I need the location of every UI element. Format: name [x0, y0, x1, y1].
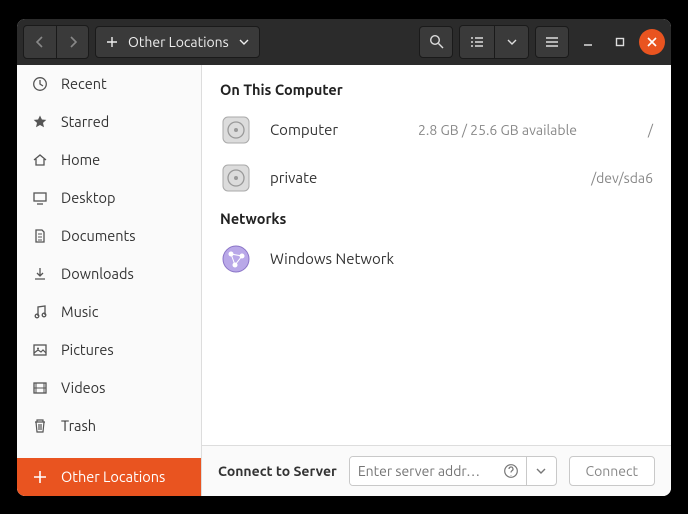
plus-icon — [31, 468, 49, 486]
view-group — [459, 25, 529, 59]
minimize-icon — [583, 37, 593, 47]
sidebar: Recent Starred Home Desktop Documents Do… — [17, 65, 202, 496]
sidebar-item-starred[interactable]: Starred — [17, 103, 201, 141]
server-address-input[interactable] — [350, 457, 496, 485]
sidebar-item-label: Pictures — [61, 341, 114, 358]
minimize-button[interactable] — [575, 29, 601, 55]
sidebar-item-label: Documents — [61, 227, 136, 244]
connect-label: Connect to Server — [218, 463, 337, 479]
drive-name: Computer — [270, 121, 400, 138]
sidebar-item-home[interactable]: Home — [17, 141, 201, 179]
sidebar-item-label: Desktop — [61, 189, 115, 206]
back-button[interactable] — [24, 26, 56, 58]
chevron-right-icon — [67, 36, 79, 48]
connect-footer: Connect to Server Connect — [202, 445, 671, 496]
drive-row-computer[interactable]: Computer 2.8 GB / 25.6 GB available / — [202, 106, 671, 154]
help-icon — [503, 463, 519, 479]
plus-icon — [106, 36, 118, 48]
music-icon — [31, 303, 49, 321]
sidebar-item-label: Recent — [61, 75, 107, 92]
titlebar: Other Locations — [17, 19, 671, 65]
drive-info: 2.8 GB / 25.6 GB available — [418, 122, 630, 138]
sidebar-item-label: Trash — [61, 417, 96, 434]
drive-name: private — [270, 169, 400, 186]
chevron-down-icon — [536, 468, 546, 474]
trash-icon — [31, 417, 49, 435]
sidebar-item-label: Downloads — [61, 265, 134, 282]
view-options-button[interactable] — [494, 26, 528, 58]
section-header-networks: Networks — [202, 202, 671, 235]
sidebar-item-other-locations[interactable]: Other Locations — [17, 458, 201, 496]
sidebar-item-videos[interactable]: Videos — [17, 369, 201, 407]
search-button[interactable] — [419, 26, 453, 58]
download-icon — [31, 265, 49, 283]
close-icon — [647, 37, 657, 47]
chevron-down-icon — [239, 39, 249, 45]
network-name: Windows Network — [270, 250, 653, 267]
server-input-group — [349, 456, 557, 486]
list-view-button[interactable] — [460, 26, 494, 58]
search-icon — [429, 34, 444, 49]
hard-drive-icon — [220, 162, 252, 194]
drive-path: / — [648, 122, 653, 138]
network-icon — [220, 243, 252, 275]
home-icon — [31, 151, 49, 169]
connect-button[interactable]: Connect — [569, 456, 656, 486]
sidebar-item-desktop[interactable]: Desktop — [17, 179, 201, 217]
chevron-down-icon — [507, 39, 517, 45]
sidebar-item-trash[interactable]: Trash — [17, 407, 201, 445]
sidebar-item-recent[interactable]: Recent — [17, 65, 201, 103]
sidebar-item-music[interactable]: Music — [17, 293, 201, 331]
sidebar-item-label: Starred — [61, 113, 109, 130]
section-header-computer: On This Computer — [202, 73, 671, 106]
sidebar-item-downloads[interactable]: Downloads — [17, 255, 201, 293]
hard-drive-icon — [220, 114, 252, 146]
sidebar-item-pictures[interactable]: Pictures — [17, 331, 201, 369]
close-button[interactable] — [639, 29, 665, 55]
sidebar-item-label: Music — [61, 303, 98, 320]
clock-icon — [31, 75, 49, 93]
nav-group — [23, 25, 89, 59]
desktop-icon — [31, 189, 49, 207]
hamburger-icon — [545, 36, 559, 48]
network-row-windows[interactable]: Windows Network — [202, 235, 671, 283]
forward-button[interactable] — [56, 26, 88, 58]
main-pane: On This Computer Computer 2.8 GB / 25.6 … — [202, 65, 671, 496]
maximize-icon — [615, 37, 625, 47]
sidebar-item-documents[interactable]: Documents — [17, 217, 201, 255]
drive-row-private[interactable]: private /dev/sda6 — [202, 154, 671, 202]
location-label: Other Locations — [128, 34, 229, 50]
sidebar-item-label: Videos — [61, 379, 105, 396]
star-icon — [31, 113, 49, 131]
pictures-icon — [31, 341, 49, 359]
server-help-button[interactable] — [496, 457, 526, 485]
content-area: On This Computer Computer 2.8 GB / 25.6 … — [202, 65, 671, 445]
videos-icon — [31, 379, 49, 397]
file-manager-window: Other Locations — [17, 19, 671, 496]
sidebar-item-label: Home — [61, 151, 100, 168]
documents-icon — [31, 227, 49, 245]
list-icon — [470, 36, 484, 48]
maximize-button[interactable] — [607, 29, 633, 55]
location-button[interactable]: Other Locations — [95, 26, 260, 58]
chevron-left-icon — [34, 36, 46, 48]
drive-path: /dev/sda6 — [591, 170, 653, 186]
menu-button[interactable] — [535, 26, 569, 58]
server-history-button[interactable] — [526, 457, 556, 485]
sidebar-item-label: Other Locations — [61, 468, 165, 485]
